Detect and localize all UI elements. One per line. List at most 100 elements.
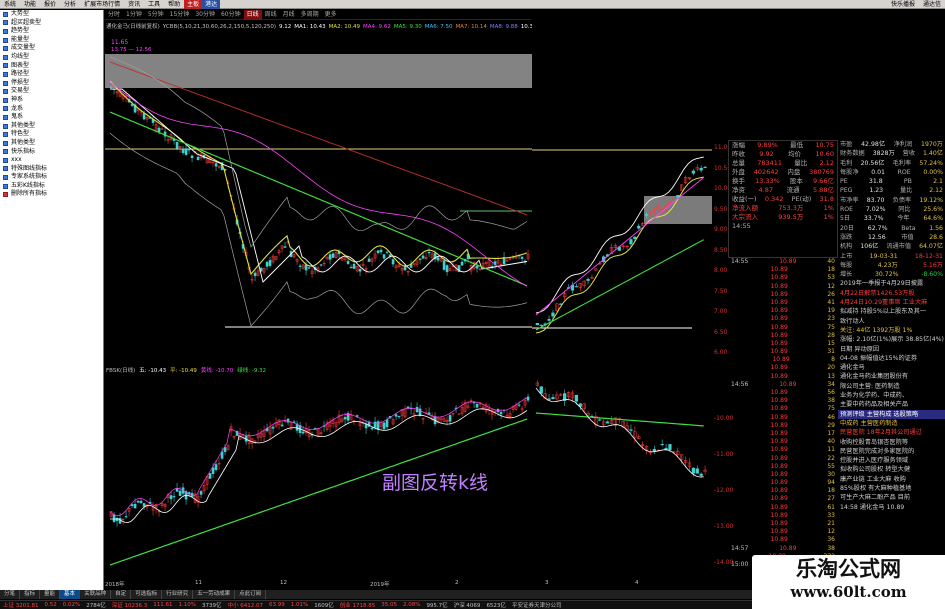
menu-item[interactable]: 工具 <box>144 0 164 9</box>
sidebar-item[interactable]: 趋势型 <box>0 27 103 36</box>
tick-row: 10.89 36 <box>728 536 838 544</box>
f10-value: 31.8 <box>868 178 883 186</box>
menu-item[interactable]: 扩展市场行情 <box>80 0 124 9</box>
period-tab[interactable]: 分时 <box>105 10 123 20</box>
candle-body <box>397 416 401 418</box>
tick-price: 10.89 <box>770 397 788 405</box>
quote-label: 最低 <box>790 141 804 149</box>
sidebar-item[interactable]: 其他类型 <box>0 139 103 148</box>
main-board-button[interactable]: 主板 <box>184 0 203 9</box>
tick-row: 10.89 30 <box>728 471 838 479</box>
period-tab[interactable]: 1分钟 <box>123 10 145 20</box>
sidebar-item[interactable]: 特色型 <box>0 130 103 139</box>
period-tab[interactable]: 60分钟 <box>218 10 244 20</box>
quote-value: 5.88亿 <box>812 186 834 194</box>
bottom-tab[interactable]: 可选指标 <box>131 590 163 599</box>
flow-row: 大宗流入 939.5万 1% <box>729 213 837 222</box>
period-tab[interactable]: 日线 <box>243 9 262 20</box>
sidebar-item[interactable]: 图表型 <box>0 62 103 71</box>
period-tab[interactable]: 周线 <box>262 10 280 20</box>
menu-item[interactable]: 功能 <box>20 0 40 9</box>
sidebar-item-label: 特殊图线指标 <box>11 164 48 172</box>
sub-indicator-chart-right[interactable] <box>532 365 712 580</box>
bottom-tab[interactable]: 点此订阅 <box>235 590 267 599</box>
fundamentals-panel[interactable]: 市盈 42.98亿 净利润 1970万 财务数据 3828万 营收 1.40亿 毛利 20.56亿… <box>838 140 945 600</box>
y-tick-label: 9.00 <box>714 226 728 233</box>
sidebar-item[interactable]: 均线型 <box>0 53 103 62</box>
sidebar-item[interactable]: xxx <box>0 156 103 165</box>
candle-body <box>331 253 335 258</box>
sidebar-item[interactable]: 删除所有指标 <box>0 190 103 199</box>
bottom-tab[interactable]: 关联品种 <box>80 590 112 599</box>
sidebar-item[interactable]: 鬼系 <box>0 113 103 122</box>
status-item: 6523亿 <box>486 603 506 609</box>
sidebar-item[interactable]: 路径型 <box>0 70 103 79</box>
menu-right-item[interactable]: 通达信 <box>919 0 945 9</box>
sidebar-item[interactable]: 成交量型 <box>0 44 103 53</box>
folder-icon <box>3 140 8 146</box>
ext-candles <box>535 164 707 329</box>
bottom-tab[interactable]: 基本 <box>60 590 81 599</box>
period-tab[interactable]: 多周期 <box>298 10 322 20</box>
menu-item[interactable]: 系统 <box>0 0 20 9</box>
f10-note: 关注: 44亿 1392万股 1% <box>840 326 913 334</box>
tick-volume: 29 <box>827 421 835 429</box>
candle-body <box>373 421 377 428</box>
y-tick-label: 6.50 <box>714 328 728 336</box>
candle-body <box>208 473 212 479</box>
quote-panel: 涨幅 9.89% 最低 10.75 昨收 9.92 均价 10.60 总量 783411 量比 2.1… <box>728 140 838 258</box>
time-axis-label: 2019年 <box>370 582 390 588</box>
candle-body <box>499 412 503 415</box>
candle-body <box>319 264 323 266</box>
tick-price: 10.89 <box>770 339 788 347</box>
f10-note[interactable]: 预测评级 主营构成 选股策略 <box>838 409 945 419</box>
sidebar-item[interactable]: 大势型 <box>0 10 103 19</box>
candle-body <box>629 429 633 431</box>
main-kline-chart-right[interactable] <box>532 140 712 362</box>
sidebar-item[interactable]: 交易型 <box>0 87 103 96</box>
period-tab[interactable]: 更多 <box>322 10 340 20</box>
sidebar-item-label: 龙系 <box>11 104 24 112</box>
sidebar-item[interactable]: 超买超卖型 <box>0 19 103 28</box>
sub-legend-item: 黄线: -10.70 <box>200 368 234 374</box>
menu-item[interactable]: 帮助 <box>164 0 184 9</box>
tick-list[interactable]: 14:55 10.89 40 10.89 18 10.89 53 10.89 12 10.89 26… <box>728 258 838 588</box>
bottom-tab[interactable]: 指标 <box>20 590 41 599</box>
f10-value: 19-03-31 <box>869 252 898 260</box>
sidebar-item[interactable]: 龙系 <box>0 105 103 114</box>
y-tick-label: 6.00 <box>714 349 728 356</box>
sidebar-item[interactable]: 神系 <box>0 96 103 105</box>
menu-item[interactable]: 资讯 <box>124 0 144 9</box>
tick-volume: 53 <box>827 274 835 282</box>
candle-body <box>184 148 188 155</box>
period-tab[interactable]: 15分钟 <box>167 10 193 20</box>
sidebar-item[interactable]: 特殊图线指标 <box>0 165 103 174</box>
candle-body <box>172 496 176 498</box>
bottom-tab[interactable]: 自定 <box>111 590 132 599</box>
main-kline-chart[interactable]: 11.6513.75 — 12.56 <box>105 32 532 362</box>
period-tab[interactable]: 月线 <box>280 10 298 20</box>
menu-item[interactable]: 报价 <box>40 0 60 9</box>
f10-date-row: 上市 19-03-31 18-12-31 <box>838 252 945 261</box>
bottom-tab[interactable]: 量能 <box>40 590 61 599</box>
bottom-tab[interactable]: 行业研究 <box>162 590 194 599</box>
sidebar-item[interactable]: 专家系统指标 <box>0 173 103 182</box>
candle-body <box>691 170 695 174</box>
menu-item[interactable]: 分析 <box>60 0 80 9</box>
f10-label: 涨跌 <box>840 233 853 241</box>
hk-button[interactable]: 港达 <box>202 0 221 9</box>
sidebar-item[interactable]: 快乐指标 <box>0 148 103 157</box>
period-tab[interactable]: 5分钟 <box>145 10 167 20</box>
status-item: 深证 10236.3 <box>111 603 148 609</box>
bottom-tab[interactable]: 分笔 <box>0 590 21 599</box>
candle-body <box>175 488 179 492</box>
bottom-tab[interactable]: 五一劳动成果 <box>193 590 236 599</box>
period-tab[interactable]: 30分钟 <box>192 10 218 20</box>
folder-icon <box>3 123 8 129</box>
time-axis-label: 12 <box>280 580 287 586</box>
legend-item: MA5: 9.30 <box>393 24 422 30</box>
f10-value: 5.16万 <box>923 261 943 269</box>
menu-right-item[interactable]: 快乐播报 <box>887 0 919 9</box>
ma-line-white <box>535 156 704 314</box>
candle-body <box>328 254 332 260</box>
